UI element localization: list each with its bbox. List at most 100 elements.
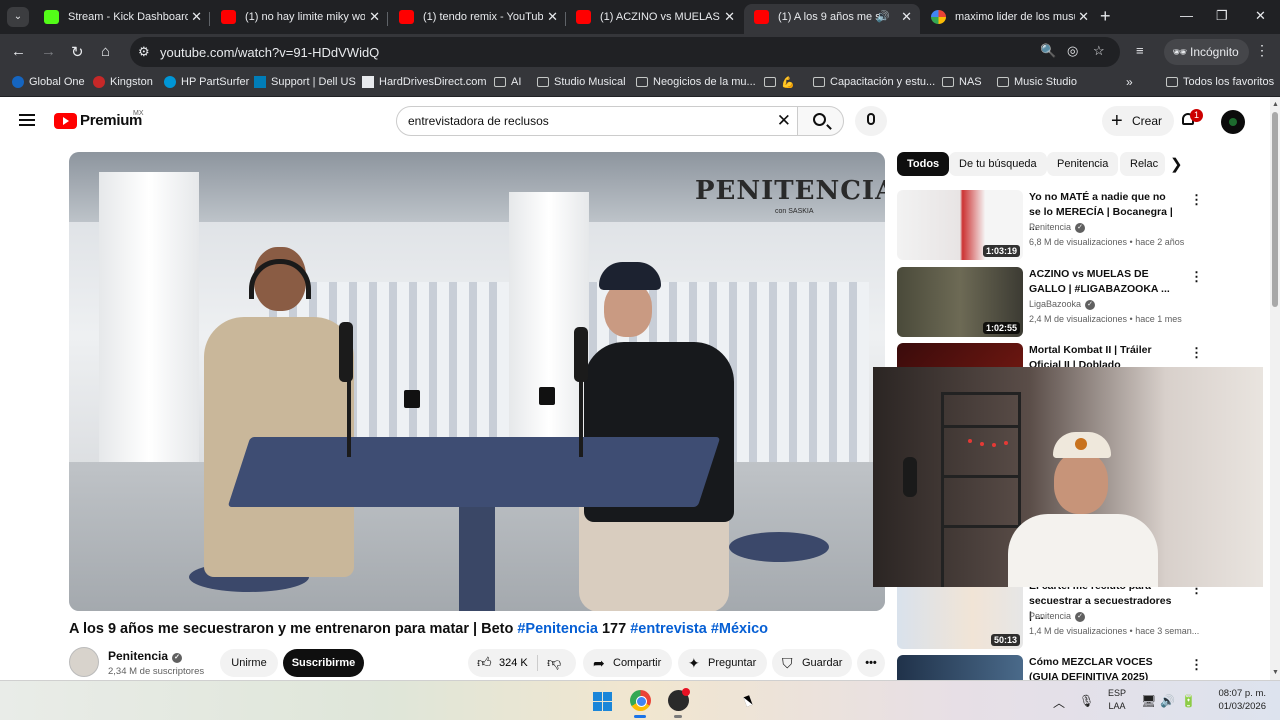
- chrome-taskbar-icon[interactable]: [630, 690, 651, 711]
- bookmark-folder-capacitacion[interactable]: Capacitación y estu...: [813, 76, 935, 88]
- media-control-icon[interactable]: ≡: [1136, 43, 1144, 58]
- new-tab-button[interactable]: +: [1100, 6, 1111, 27]
- network-icon[interactable]: 🖥: [1141, 694, 1156, 708]
- zoom-icon[interactable]: 🔍: [1040, 43, 1056, 59]
- close-tab-icon[interactable]: ✕: [547, 4, 558, 30]
- video-thumbnail[interactable]: 1:02:55: [897, 267, 1023, 337]
- voice-search-button[interactable]: [855, 106, 887, 136]
- language-indicator[interactable]: ESP LAA: [1108, 687, 1126, 713]
- more-vertical-icon[interactable]: ⋮: [1190, 269, 1203, 285]
- chevron-right-icon[interactable]: ❯: [1170, 155, 1183, 173]
- tracking-protection-icon[interactable]: ◎: [1067, 43, 1078, 59]
- recommendation-item[interactable]: 1:03:19 Yo no MATÉ a nadie que no se lo …: [897, 190, 1207, 262]
- search-input[interactable]: entrevistadora de reclusos ✕: [396, 106, 798, 136]
- video-thumbnail[interactable]: 1:03:19: [897, 190, 1023, 260]
- battery-icon[interactable]: 🔋: [1181, 694, 1196, 708]
- chip-all[interactable]: Todos: [897, 152, 950, 176]
- share-button[interactable]: ➦ Compartir: [583, 649, 672, 677]
- taskbar-clock[interactable]: 08:07 p. m. 01/03/2026: [1206, 687, 1266, 713]
- recommendation-item[interactable]: 1:02:55 ACZINO vs MUELAS DE GALLO | #LIG…: [897, 267, 1207, 339]
- bookmark-hp-partsurfer[interactable]: HP PartSurfer: [164, 76, 249, 88]
- incognito-indicator[interactable]: 🕶 Incógnito: [1164, 39, 1249, 65]
- more-vertical-icon[interactable]: ⋮: [1190, 657, 1203, 673]
- search-button[interactable]: [797, 106, 844, 136]
- site-info-icon[interactable]: ⚙: [138, 44, 150, 60]
- chip-related[interactable]: Relac: [1120, 152, 1165, 176]
- chrome-menu-icon[interactable]: ⋮: [1255, 42, 1269, 59]
- scrollbar-thumb[interactable]: [1272, 112, 1278, 307]
- scroll-up-arrow-icon[interactable]: ▲: [1272, 101, 1279, 108]
- ask-button[interactable]: ✦ Preguntar: [678, 649, 767, 677]
- bookmark-global-one[interactable]: Global One: [12, 76, 85, 88]
- back-button[interactable]: ←: [11, 43, 26, 60]
- video-thumbnail[interactable]: 50:13: [897, 579, 1023, 649]
- close-tab-icon[interactable]: ✕: [724, 4, 735, 30]
- hashtag-link[interactable]: #entrevista: [630, 621, 707, 637]
- address-bar[interactable]: ⚙ youtube.com/watch?v=91-HDdVWidQ 🔍 ◎ ☆: [130, 37, 1120, 67]
- recommendation-item[interactable]: 50:13 El cártel me reclutó para secuestr…: [897, 579, 1207, 651]
- tab-tendo-remix[interactable]: (1) tendo remix - YouTube ✕: [389, 4, 566, 34]
- volume-icon[interactable]: 🔊: [1160, 694, 1175, 708]
- recommendation-title[interactable]: Cómo MEZCLAR VOCES (GUIA DEFINITIVA 2025…: [1029, 655, 1177, 680]
- close-tab-icon[interactable]: ✕: [901, 4, 912, 30]
- close-window-button[interactable]: ✕: [1255, 8, 1266, 24]
- channel-name[interactable]: Penitencia ✓: [108, 649, 183, 663]
- like-count[interactable]: 324 K: [499, 657, 528, 669]
- tab-miky-woodz[interactable]: (1) no hay limite miky woo ✕: [211, 4, 388, 34]
- like-icon[interactable]: 👍︎: [477, 654, 492, 671]
- recommendation-item[interactable]: Cómo MEZCLAR VOCES (GUIA DEFINITIVA 2025…: [897, 655, 1207, 680]
- menu-icon[interactable]: [19, 114, 35, 126]
- bookmark-kingston[interactable]: Kingston: [93, 76, 153, 88]
- clear-search-icon[interactable]: ✕: [777, 111, 791, 131]
- page-scrollbar[interactable]: ▲ ▼: [1270, 97, 1280, 680]
- video-thumbnail[interactable]: [897, 655, 1023, 680]
- more-vertical-icon[interactable]: ⋮: [1190, 345, 1203, 361]
- bookmark-folder-muscle[interactable]: 💪: [764, 76, 795, 89]
- forward-button[interactable]: →: [41, 43, 56, 60]
- bookmark-folder-nas[interactable]: NAS: [942, 76, 982, 88]
- video-player[interactable]: PENITENCIA con SASKIA: [69, 152, 885, 611]
- reload-button[interactable]: ↻: [71, 43, 84, 61]
- show-hidden-icons-chevron-icon[interactable]: ︿: [1053, 694, 1065, 711]
- url-text[interactable]: youtube.com/watch?v=91-HDdVWidQ: [160, 45, 379, 60]
- chip-from-search[interactable]: De tu búsqueda: [949, 152, 1047, 176]
- save-button[interactable]: ⛉ Guardar: [772, 649, 852, 677]
- more-vertical-icon[interactable]: ⋮: [1190, 192, 1203, 208]
- tab-current-video[interactable]: (1) A los 9 años me sec 🔊 ✕: [744, 4, 920, 34]
- bookmark-folder-studio-musical[interactable]: Studio Musical: [537, 76, 626, 88]
- restore-button[interactable]: ❐: [1216, 8, 1228, 24]
- bookmark-folder-music-studio[interactable]: Music Studio: [997, 76, 1077, 88]
- scroll-down-arrow-icon[interactable]: ▼: [1272, 669, 1279, 676]
- dislike-icon[interactable]: 👎︎: [547, 654, 561, 671]
- bookmark-folder-ai[interactable]: AI: [494, 76, 521, 88]
- more-actions-button[interactable]: •••: [857, 649, 885, 677]
- recommendation-channel[interactable]: Penitencia ✓: [1029, 611, 1086, 622]
- bookmark-folder-negocios[interactable]: Neogicios de la mu...: [636, 76, 756, 88]
- hashtag-link[interactable]: #Penitencia: [517, 621, 598, 637]
- recommendation-channel[interactable]: Penitencia ✓: [1029, 222, 1086, 233]
- tab-search-button[interactable]: ⌄: [7, 7, 29, 27]
- tab-aczino[interactable]: (1) ACZINO vs MUELAS DE ✕: [566, 4, 743, 34]
- bookmark-harddrivesdirect[interactable]: HardDrivesDirect.com: [362, 76, 487, 88]
- bookmarks-overflow-icon[interactable]: »: [1126, 75, 1133, 89]
- recommendation-channel[interactable]: LigaBazooka ✓: [1029, 299, 1096, 310]
- close-tab-icon[interactable]: ✕: [369, 4, 380, 30]
- microphone-tray-icon[interactable]: 🎙: [1079, 694, 1094, 708]
- close-tab-icon[interactable]: ✕: [191, 4, 202, 30]
- all-bookmarks-folder[interactable]: Todos los favoritos: [1166, 76, 1274, 88]
- recommendation-title[interactable]: ACZINO vs MUELAS DE GALLO | #LIGABAZOOKA…: [1029, 267, 1177, 297]
- notifications-button[interactable]: 1: [1180, 109, 1203, 129]
- channel-avatar[interactable]: [69, 647, 99, 677]
- audio-playing-icon[interactable]: 🔊: [876, 4, 890, 30]
- tab-kick-dashboard[interactable]: Stream - Kick Dashboard ✕: [34, 4, 210, 34]
- bookmark-star-icon[interactable]: ☆: [1093, 43, 1105, 59]
- create-button[interactable]: + Crear: [1102, 106, 1175, 136]
- account-avatar[interactable]: [1221, 110, 1245, 134]
- minimize-button[interactable]: —: [1180, 8, 1193, 23]
- home-button[interactable]: ⌂: [101, 43, 110, 60]
- join-button[interactable]: Unirme: [220, 649, 278, 677]
- bookmark-dell-support[interactable]: Support | Dell US: [254, 76, 356, 88]
- tab-google-search[interactable]: maximo lider de los musul ✕: [921, 4, 1097, 34]
- subscribe-button[interactable]: Suscribirme: [283, 649, 364, 677]
- windows-start-icon[interactable]: [593, 692, 612, 711]
